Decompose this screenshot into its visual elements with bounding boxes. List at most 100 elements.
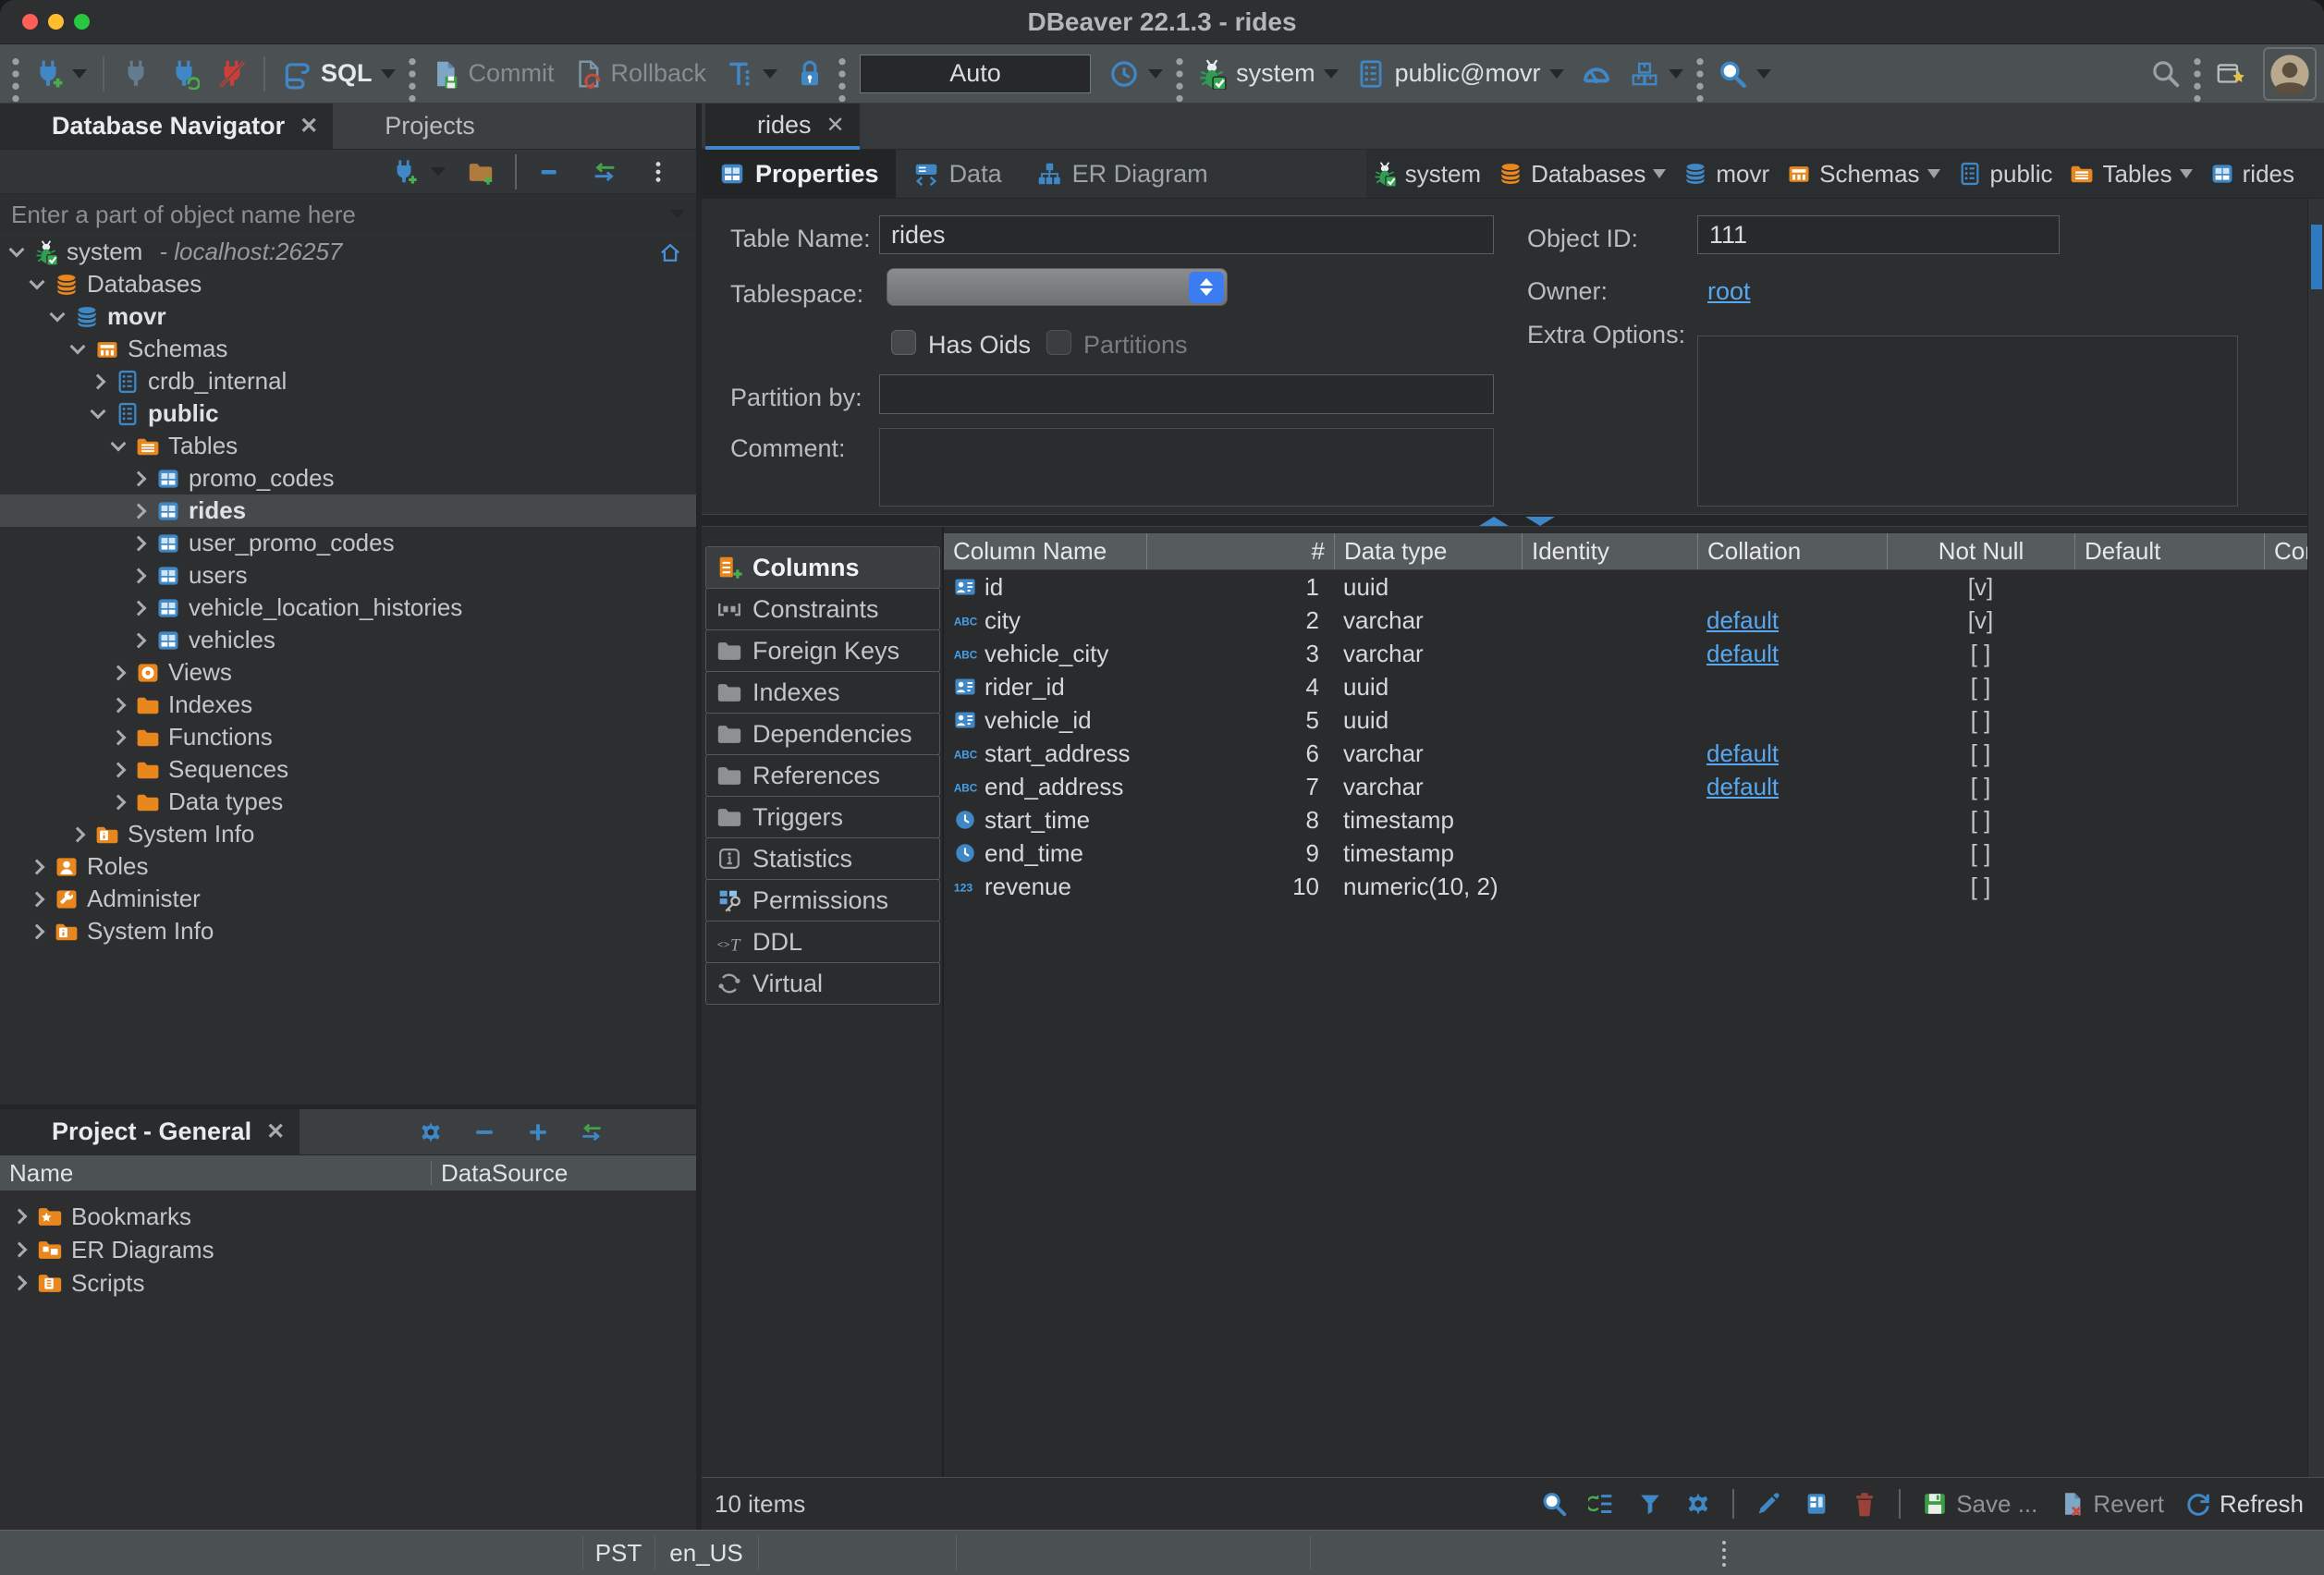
owner-link[interactable]: root (1707, 277, 1751, 306)
collapse-chevron-icon[interactable] (70, 338, 86, 354)
grid-sync[interactable] (1581, 1490, 1623, 1518)
grid-header--[interactable]: # (1146, 533, 1334, 569)
expand-chevron-icon[interactable] (131, 600, 147, 616)
tree-item-public[interactable]: public (0, 397, 696, 430)
grid-header-data-type[interactable]: Data type (1334, 533, 1522, 569)
breadcrumb-system[interactable]: system (1366, 160, 1486, 189)
drag-grip-icon[interactable] (1695, 55, 1705, 92)
tree-item-users[interactable]: users (0, 559, 696, 592)
tree-item-data-types[interactable]: Data types (0, 786, 696, 818)
has-oids-checkbox[interactable] (891, 330, 916, 355)
drag-grip-icon[interactable] (2193, 55, 2202, 92)
proj-settings[interactable] (410, 1109, 452, 1155)
sql-editor-button[interactable]: SQL (273, 51, 404, 97)
transaction-log-button[interactable] (1100, 51, 1171, 97)
dropdown-caret-icon[interactable] (1669, 69, 1683, 79)
section-tab-statistics[interactable]: Statistics (705, 837, 940, 880)
expand-chevron-icon[interactable] (111, 697, 127, 713)
nav-new-folder[interactable] (454, 149, 508, 195)
project-item-bookmarks[interactable]: Bookmarks (0, 1200, 696, 1233)
expand-up-icon[interactable] (1479, 517, 1509, 526)
active-schema-selector[interactable]: public@movr (1347, 51, 1572, 97)
expand-chevron-icon[interactable] (131, 535, 147, 551)
expand-chevron-icon[interactable] (30, 923, 45, 939)
section-tab-references[interactable]: References (705, 754, 940, 797)
collapse-chevron-icon[interactable] (111, 435, 127, 451)
connect-button[interactable] (112, 51, 160, 97)
tree-item-tables[interactable]: Tables (0, 430, 696, 462)
collation-link[interactable]: default (1706, 640, 1779, 668)
section-tab-columns[interactable]: Columns (705, 546, 940, 589)
tree-item-crdb-internal[interactable]: crdb_internal (0, 365, 696, 397)
drag-grip-icon[interactable] (838, 55, 847, 92)
grid-row-end_address[interactable]: ABCend_address7varchardefault[ ] (944, 770, 2324, 803)
grid-search[interactable] (1533, 1490, 1575, 1518)
expand-chevron-icon[interactable] (111, 729, 127, 745)
collapse-chevron-icon[interactable] (50, 306, 66, 322)
drag-grip-icon[interactable] (408, 55, 417, 92)
nav-link-with-editor[interactable] (578, 149, 631, 195)
column-not-null[interactable]: [ ] (1887, 770, 2074, 803)
tree-item-movr[interactable]: movr (0, 300, 696, 333)
column-header-datasource[interactable]: DataSource (432, 1159, 568, 1188)
disconnect-button[interactable] (208, 51, 256, 97)
save-button[interactable]: Save ... (1914, 1490, 2045, 1519)
column-not-null[interactable]: [v] (1887, 570, 2074, 604)
minimize-panel-icon[interactable] (626, 115, 650, 139)
close-icon[interactable]: ✕ (266, 1118, 285, 1145)
tree-item-rides[interactable]: rides (0, 494, 696, 527)
rollback-button[interactable]: Rollback (563, 51, 716, 97)
dropdown-caret-icon[interactable] (431, 167, 446, 177)
nav-menu[interactable] (631, 149, 685, 195)
close-icon[interactable]: ✕ (826, 112, 845, 139)
column-not-null[interactable]: [ ] (1887, 803, 2074, 836)
collation-link[interactable]: default (1706, 773, 1779, 801)
dashboard-button[interactable] (1572, 51, 1621, 97)
user-avatar[interactable] (2263, 47, 2317, 101)
filter-icon[interactable] (635, 201, 663, 228)
breadcrumb-rides[interactable]: rides (2204, 160, 2300, 189)
section-tab-indexes[interactable]: Indexes (705, 671, 940, 714)
column-not-null[interactable]: [ ] (1887, 737, 2074, 770)
nav-new-connection[interactable] (377, 149, 454, 195)
tablespace-select[interactable] (887, 268, 1228, 306)
grid-row-vehicle_city[interactable]: ABCvehicle_city3varchardefault[ ] (944, 637, 2324, 670)
revert-button[interactable]: Revert (2050, 1490, 2171, 1519)
drag-grip-icon[interactable] (11, 55, 20, 92)
column-not-null[interactable]: [ ] (1887, 870, 2074, 903)
comment-textarea[interactable] (879, 428, 1494, 507)
column-not-null[interactable]: [ ] (1887, 670, 2074, 703)
expand-chevron-icon[interactable] (111, 794, 127, 810)
grid-row-id[interactable]: id1uuid[v] (944, 570, 2324, 604)
tree-item-promo-codes[interactable]: promo_codes (0, 462, 696, 494)
grid-row-revenue[interactable]: 123revenue10numeric(10, 2)[ ] (944, 870, 2324, 903)
expand-chevron-icon[interactable] (111, 665, 127, 680)
products-button[interactable] (1621, 51, 1692, 97)
section-tab-permissions[interactable]: Permissions (705, 879, 940, 922)
section-tab-foreign-keys[interactable]: Foreign Keys (705, 629, 940, 672)
expand-chevron-icon[interactable] (131, 470, 147, 486)
auto-commit-combo[interactable]: Auto (860, 55, 1091, 93)
tree-item-system-info[interactable]: System Info (0, 915, 696, 947)
maximize-panel-icon[interactable] (663, 115, 687, 139)
breadcrumb-schemas[interactable]: Schemas (1780, 160, 1945, 189)
tree-item-administer[interactable]: Administer (0, 883, 696, 915)
statusbar-grip[interactable] (1721, 1540, 1727, 1568)
minimize-panel-icon[interactable] (626, 1120, 650, 1144)
section-tab-ddl[interactable]: <>TDDL (705, 921, 940, 963)
table-name-input[interactable] (879, 215, 1494, 254)
dropdown-caret-icon[interactable] (72, 69, 87, 79)
grid-row-end_time[interactable]: end_time9timestamp[ ] (944, 836, 2324, 870)
dropdown-caret-icon[interactable] (2180, 169, 2193, 178)
tree-item-schemas[interactable]: Schemas (0, 333, 696, 365)
dropdown-caret-icon[interactable] (763, 69, 777, 79)
collapse-chevron-icon[interactable] (91, 403, 106, 419)
grid-row-city[interactable]: ABCcity2varchardefault[v] (944, 604, 2324, 637)
column-header-name[interactable]: Name (0, 1161, 432, 1186)
dropdown-caret-icon[interactable] (1549, 69, 1564, 79)
tree-item-roles[interactable]: Roles (0, 850, 696, 883)
tree-item-system[interactable]: system- localhost:26257 (0, 236, 696, 268)
perspective-button[interactable] (2206, 51, 2254, 97)
project-item-scripts[interactable]: Scripts (0, 1266, 696, 1300)
column-not-null[interactable]: [ ] (1887, 637, 2074, 670)
